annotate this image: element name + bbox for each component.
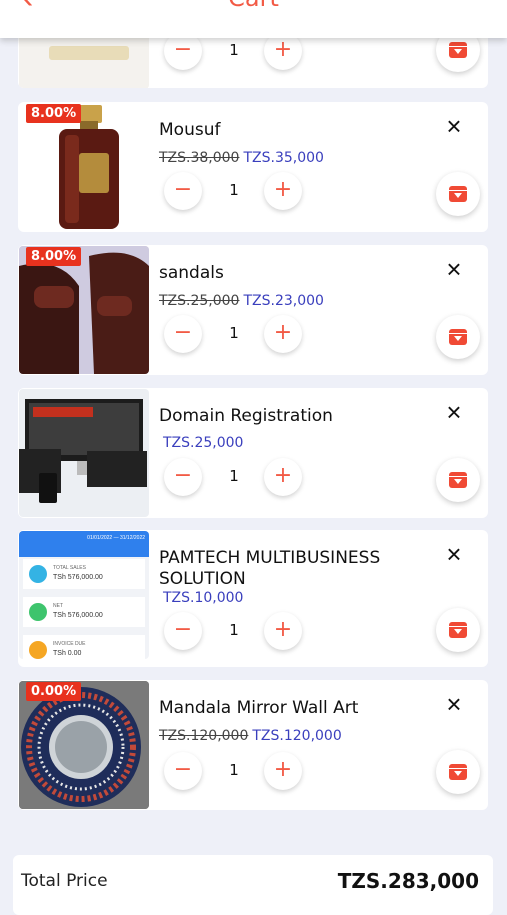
cart-item: 8.00% sandals TZS.25,000 TZS.23,000 × − 1… [18,245,488,375]
close-icon: × [446,539,462,569]
thumb-stat-value: TSh 576,000.00 [53,574,103,581]
price-row: TZS.10,000 [163,590,243,606]
remove-item-button[interactable]: × [442,111,466,141]
thumb-stat-label: NET [53,603,63,609]
sale-price: TZS.10,000 [163,590,244,606]
quantity-stepper: − 1 + [164,752,304,792]
original-price: TZS.120,000 [159,728,249,744]
quantity-value: 1 [229,181,239,199]
move-to-wishlist-button[interactable] [436,172,480,216]
quantity-value: 1 [229,41,239,59]
quantity-value: 1 [229,761,239,779]
total-price-bar: Total Price TZS.283,000 [13,855,493,915]
close-icon: × [446,689,462,719]
quantity-value: 1 [229,324,239,342]
discount-badge: 0.00% [26,682,82,701]
original-price: TZS.25,000 [159,293,240,309]
close-icon: × [446,254,462,284]
thumb-stat-value: TSh 0.00 [53,650,82,657]
close-icon: × [446,111,462,141]
cart-item: Domain Registration TZS.25,000 × − 1 + [18,388,488,518]
total-price-value: TZS.283,000 [337,869,479,893]
remove-item-button[interactable]: × [442,689,466,719]
move-to-wishlist-button[interactable] [436,750,480,794]
increment-button[interactable]: + [264,458,302,496]
decrement-button[interactable]: − [164,612,202,650]
archive-icon [449,42,467,58]
quantity-stepper: − 1 + [164,315,304,355]
product-name: Mousuf [159,120,221,140]
thumb-date-range: 01/01/2022 — 31/12/2022 [87,535,145,541]
cart-item: 0.00% Mandala Mirror Wall Art TZS.120,00… [18,680,488,810]
product-name: PAMTECH MULTIBUSINESS SOLUTION [159,548,381,589]
increment-button[interactable]: + [264,172,302,210]
sale-price: TZS.23,000 [243,293,324,309]
decrement-button[interactable]: − [164,172,202,210]
cart-item: 8.00% Mousuf TZS.38,000 TZS.35,000 × − 1 … [18,102,488,232]
discount-badge: 8.00% [26,247,82,266]
thumb-header: 01/01/2022 — 31/12/2022 [19,531,149,557]
price-row: TZS.38,000 TZS.35,000 [159,150,324,166]
decrement-button[interactable]: − [164,458,202,496]
sale-price: TZS.25,000 [163,435,244,451]
app-bar: ‹ Cart [0,0,507,38]
increment-button[interactable]: + [264,315,302,353]
archive-icon [449,764,467,780]
move-to-wishlist-button[interactable] [436,608,480,652]
cart-item: 01/01/2022 — 31/12/2022 TOTAL SALES TSh … [18,530,488,667]
product-name: sandals [159,263,224,283]
quantity-stepper: − 1 + [164,172,304,212]
product-image: 01/01/2022 — 31/12/2022 TOTAL SALES TSh … [19,531,149,659]
sale-price: TZS.120,000 [252,728,342,744]
price-row: TZS.25,000 [163,435,243,451]
archive-icon [449,186,467,202]
price-row: TZS.120,000 TZS.120,000 [159,728,342,744]
increment-button[interactable]: + [264,752,302,790]
decrement-button[interactable]: − [164,752,202,790]
thumb-stat-label: TOTAL SALES [53,565,86,571]
quantity-value: 1 [229,621,239,639]
archive-icon [449,472,467,488]
thumb-stat-label: INVOICE DUE [53,641,86,647]
archive-icon [449,329,467,345]
archive-icon [449,622,467,638]
remove-item-button[interactable]: × [442,254,466,284]
quantity-stepper: − 1 + [164,458,304,498]
total-price-label: Total Price [21,871,108,891]
sale-price: TZS.35,000 [243,150,324,166]
thumb-stat-card: INVOICE DUE TSh 0.00 [23,635,145,659]
increment-button[interactable]: + [264,612,302,650]
product-image [19,389,149,517]
quantity-stepper: − 1 + [164,32,304,72]
page-title: Cart [0,0,507,12]
remove-item-button[interactable]: × [442,397,466,427]
close-icon: × [446,397,462,427]
thumb-stat-card: NET TSh 576,000.00 [23,597,145,627]
quantity-stepper: − 1 + [164,612,304,652]
move-to-wishlist-button[interactable] [436,458,480,502]
thumb-stat-card: TOTAL SALES TSh 576,000.00 [23,559,145,589]
discount-badge: 8.00% [26,104,82,123]
original-price: TZS.38,000 [159,150,240,166]
thumb-stat-value: TSh 576,000.00 [53,612,103,619]
move-to-wishlist-button[interactable] [436,315,480,359]
price-row: TZS.25,000 TZS.23,000 [159,293,324,309]
remove-item-button[interactable]: × [442,539,466,569]
quantity-value: 1 [229,467,239,485]
product-name: Mandala Mirror Wall Art [159,698,359,718]
decrement-button[interactable]: − [164,315,202,353]
devices-mockup-image [19,399,147,503]
product-name: Domain Registration [159,406,333,426]
